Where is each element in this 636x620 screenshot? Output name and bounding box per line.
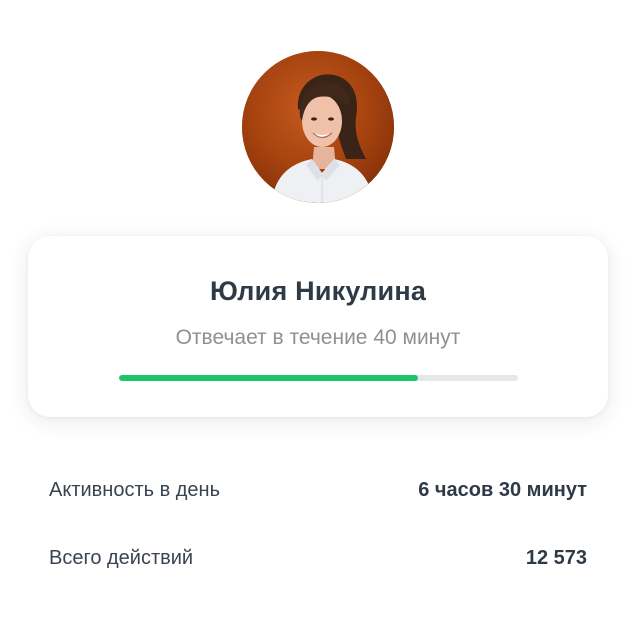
response-time-text: Отвечает в течение 40 минут (175, 326, 461, 349)
stat-row-activity: Активность в день 6 часов 30 минут (49, 479, 587, 509)
profile-name: Юлия Никулина (209, 276, 427, 306)
person-photo-icon (242, 51, 394, 203)
avatar (242, 51, 394, 203)
stat-row-total-actions: Всего действий 12 573 (49, 547, 587, 577)
stat-label-activity: Активность в день (49, 479, 221, 501)
stat-value-total-actions: 12 573 (525, 547, 587, 569)
response-progress-fill (119, 375, 419, 381)
response-progress-bar (119, 375, 518, 381)
profile-page: Юлия Никулина Отвечает в течение 40 мину… (0, 0, 636, 620)
stat-label-total-actions: Всего действий (49, 547, 194, 569)
stat-value-activity: 6 часов 30 минут (418, 479, 587, 501)
